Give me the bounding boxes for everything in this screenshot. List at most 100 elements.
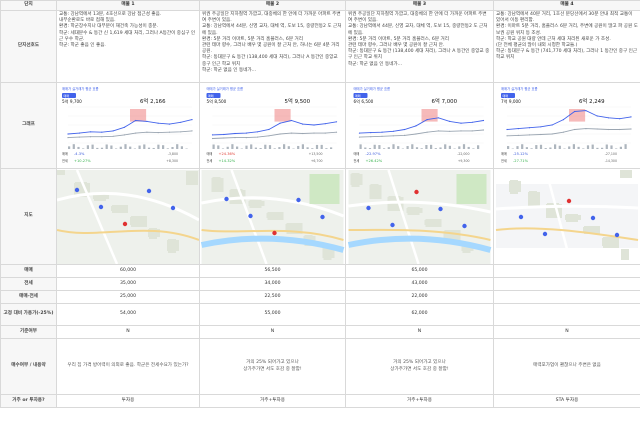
volume-bar xyxy=(152,147,155,149)
chart-top-label: 매매가 실거래가 평균 흐름 xyxy=(207,86,244,91)
row-label-desc: 단지선호도 xyxy=(0,10,57,83)
data-point xyxy=(268,134,270,136)
data-point xyxy=(234,136,236,138)
data-point xyxy=(404,128,406,130)
volume-bar xyxy=(129,146,132,149)
map-marker xyxy=(146,188,152,193)
gap-cell-2: 22,500 xyxy=(199,290,346,304)
data-point xyxy=(437,129,439,131)
map-marker xyxy=(296,197,301,202)
data-point xyxy=(313,132,315,134)
volume-bar xyxy=(100,147,104,149)
volume-bar xyxy=(425,144,428,149)
data-point xyxy=(619,117,621,119)
map-image-2[interactable] xyxy=(200,169,345,264)
volume-bar xyxy=(619,146,622,149)
map-marker xyxy=(272,230,277,235)
volume-bar xyxy=(157,144,160,149)
data-point xyxy=(335,131,338,133)
volume-bar xyxy=(259,147,262,149)
volume-bar xyxy=(554,143,557,149)
data-point xyxy=(381,131,383,133)
map-block xyxy=(509,180,521,192)
volume-bar xyxy=(383,147,386,149)
price-chart-1[interactable]: 매매가 실거래가 평균 흐름매매5억 9,700 6억 2,166매매 -4.3% -… xyxy=(60,85,196,167)
col-header-1: 매물 1 xyxy=(56,0,200,11)
row-label-sale: 매매 xyxy=(0,264,57,278)
data-point xyxy=(101,135,103,137)
data-point xyxy=(437,116,439,118)
loan-cell-3: 62,000 xyxy=(345,303,494,326)
price-chart-4[interactable]: 매매가 실거래가 평균 흐름매매7억 9,000 6억 2,249매매 -25.12… xyxy=(497,85,637,167)
data-point xyxy=(562,118,564,120)
data-point xyxy=(392,134,394,136)
volume-bar xyxy=(264,144,267,149)
volume-bar xyxy=(250,143,253,149)
data-point xyxy=(78,132,80,134)
data-point xyxy=(135,119,137,121)
volume-bar xyxy=(254,147,257,149)
volume-bar xyxy=(221,147,225,149)
volume-bar xyxy=(147,147,151,149)
volume-bar xyxy=(434,147,437,149)
map-marker xyxy=(590,215,596,220)
data-point xyxy=(471,121,473,123)
chart-price-a: 6억 6,500 xyxy=(354,98,374,105)
volume-bar xyxy=(124,143,127,149)
map-block xyxy=(602,237,610,246)
map-image-1[interactable] xyxy=(57,169,199,264)
data-point xyxy=(223,136,225,139)
summary-amount-1: -27,100 xyxy=(605,152,617,156)
volume-bar xyxy=(138,145,141,149)
volume-bar xyxy=(378,144,381,149)
data-point xyxy=(596,127,598,130)
summary-rate-2: +26.42% xyxy=(366,159,383,163)
summary-rate-1: -25.12% xyxy=(513,152,529,156)
desc-cell-3: 위권 주공일단 지하철역 가깝고, 대중체의 한 안에 더 가까운 아파트 주변… xyxy=(345,10,494,83)
data-point xyxy=(381,135,383,137)
volume-bar xyxy=(387,146,390,149)
jeonse-cell-4 xyxy=(493,277,640,291)
data-point xyxy=(78,136,80,138)
volume-bar xyxy=(297,145,300,149)
chart-price-a: 5억 9,700 xyxy=(62,98,82,105)
data-point xyxy=(630,115,632,117)
volume-bar xyxy=(415,146,419,149)
data-point xyxy=(191,118,193,120)
volume-bar xyxy=(180,145,183,149)
summary-amount-2: -14,300 xyxy=(605,159,617,163)
volume-bar xyxy=(406,145,409,149)
data-point xyxy=(482,119,485,121)
decision-cell-4: 매력포가업이 괜찮으나 주변은 없음 xyxy=(493,338,640,395)
map-block xyxy=(528,191,540,206)
data-point xyxy=(279,132,281,135)
volume-bar xyxy=(521,143,524,149)
volume-bar xyxy=(171,146,174,149)
data-point xyxy=(123,133,125,135)
price-chart-2[interactable]: 매매가 실거래가 평균 흐름매매5억 8,500 5억 9,500매매 +24.36… xyxy=(203,85,342,167)
map-marker xyxy=(224,196,229,201)
data-point xyxy=(211,137,214,139)
price-chart-3[interactable]: 매매가 실거래가 평균 흐름매매6억 6,500 6억 7,000매매 -22.97… xyxy=(349,85,490,167)
jeonse-cell-3: 43,000 xyxy=(345,277,494,291)
data-point xyxy=(279,122,281,124)
map-marker xyxy=(614,232,620,237)
volume-bar xyxy=(311,147,314,149)
map-cell-2 xyxy=(199,168,346,265)
data-point xyxy=(482,128,485,131)
data-point xyxy=(506,128,508,130)
prev-cell-3: N xyxy=(345,325,494,339)
volume-bar xyxy=(448,145,451,149)
data-point xyxy=(460,122,462,124)
map-image-3[interactable] xyxy=(346,169,493,264)
data-point xyxy=(324,132,326,134)
summary-label-1: 매매 xyxy=(501,151,507,156)
row-label-gap: 매매-전세 xyxy=(0,290,57,304)
chart-top-label: 매매가 실거래가 평균 흐름 xyxy=(62,86,99,91)
data-point xyxy=(67,132,69,135)
map-image-4[interactable] xyxy=(494,169,640,264)
sale-cell-4 xyxy=(493,264,640,278)
volume-bar xyxy=(105,143,108,149)
loan-cell-1: 54,000 xyxy=(56,303,200,326)
volume-bar xyxy=(119,146,122,149)
